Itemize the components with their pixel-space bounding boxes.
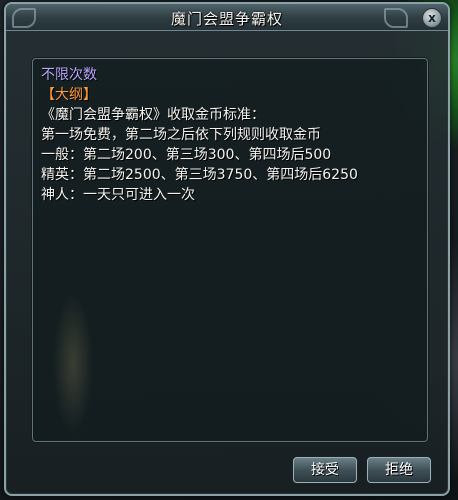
background-glow <box>43 289 103 439</box>
dialog-title: 魔门会盟争霸权 <box>170 10 283 28</box>
fee-rule-text: 第一场免费，第二场之后依下列规则收取金币 <box>41 127 321 143</box>
ornament-icon <box>384 8 408 28</box>
normal-fee-text: 一般：第二场200、第三场300、第四场后500 <box>41 147 332 163</box>
limit-text: 不限次数 <box>41 67 97 83</box>
quest-dialog: 魔门会盟争霸权 x 不限次数 【大纲】 《魔门会盟争霸权》收取金币标准： 第一场… <box>4 2 450 496</box>
dialog-content: 不限次数 【大纲】 《魔门会盟争霸权》收取金币标准： 第一场免费，第二场之后依下… <box>32 58 428 442</box>
outline-heading: 【大纲】 <box>41 87 97 103</box>
elite-fee-text: 精英：第二场2500、第三场3750、第四场后6250 <box>41 167 358 183</box>
title-bar[interactable]: 魔门会盟争霸权 x <box>6 4 448 31</box>
accept-button[interactable]: 接受 <box>293 457 357 483</box>
reject-button[interactable]: 拒绝 <box>367 457 431 483</box>
fee-standard-title: 《魔门会盟争霸权》收取金币标准： <box>41 107 265 123</box>
god-fee-text: 神人：一天只可进入一次 <box>41 187 195 203</box>
close-button[interactable]: x <box>422 8 442 28</box>
